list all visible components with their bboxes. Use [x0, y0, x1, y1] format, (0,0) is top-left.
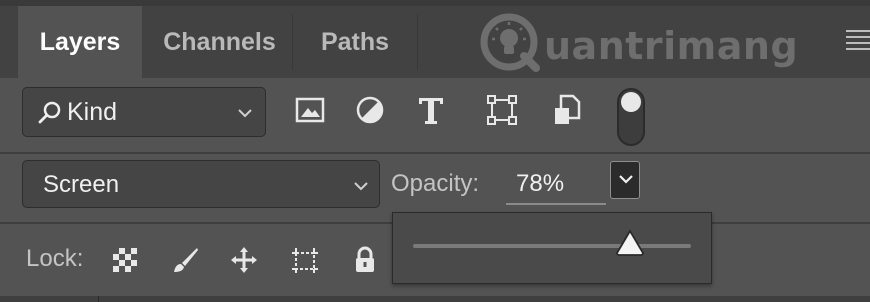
blend-mode-value: Screen	[43, 171, 120, 198]
opacity-input[interactable]: 78%	[506, 163, 606, 205]
panel-bottom-border	[0, 296, 870, 302]
opacity-label: Opacity:	[391, 170, 480, 197]
type-filter-icon[interactable]	[413, 92, 449, 128]
lock-label: Lock:	[26, 245, 84, 272]
image-filter-icon[interactable]	[292, 92, 328, 128]
chevron-down-icon	[238, 109, 252, 118]
toggle-knob	[621, 92, 641, 112]
lock-transparent-pixels-icon[interactable]	[110, 245, 140, 275]
chevron-down-icon	[619, 175, 633, 184]
filter-row: Kind	[0, 78, 870, 153]
lock-position-icon[interactable]	[229, 245, 259, 275]
watermark-q-icon	[480, 13, 540, 72]
filter-kind-label: Kind	[67, 98, 118, 126]
blend-mode-select[interactable]: Screen	[22, 160, 380, 208]
smart-object-filter-icon[interactable]	[549, 92, 585, 128]
adjustment-filter-icon[interactable]	[352, 92, 388, 128]
opacity-slider-track[interactable]	[413, 244, 691, 248]
watermark-logo: uantrimang	[480, 10, 798, 76]
opacity-dropdown-button[interactable]	[610, 161, 640, 199]
lock-all-icon[interactable]	[350, 245, 380, 275]
tab-layers[interactable]: Layers	[18, 6, 142, 78]
watermark-text: uantrimang	[544, 24, 799, 68]
layers-panel: Layers Channels Paths uantrimang Kind Sc…	[0, 0, 870, 302]
chevron-down-icon	[354, 182, 368, 191]
search-icon	[38, 101, 61, 124]
opacity-slider-thumb[interactable]	[614, 227, 646, 259]
opacity-slider-popup	[392, 212, 712, 284]
lock-artboard-icon[interactable]	[290, 245, 320, 275]
panel-menu-icon[interactable]	[846, 30, 870, 54]
tab-paths[interactable]: Paths	[293, 6, 417, 78]
filter-kind-select[interactable]: Kind	[22, 87, 266, 137]
filter-toggle[interactable]	[617, 88, 645, 146]
tab-separator	[417, 14, 418, 70]
tab-channels[interactable]: Channels	[147, 6, 292, 78]
shape-filter-icon[interactable]	[484, 92, 520, 128]
lock-image-pixels-icon[interactable]	[170, 245, 200, 275]
